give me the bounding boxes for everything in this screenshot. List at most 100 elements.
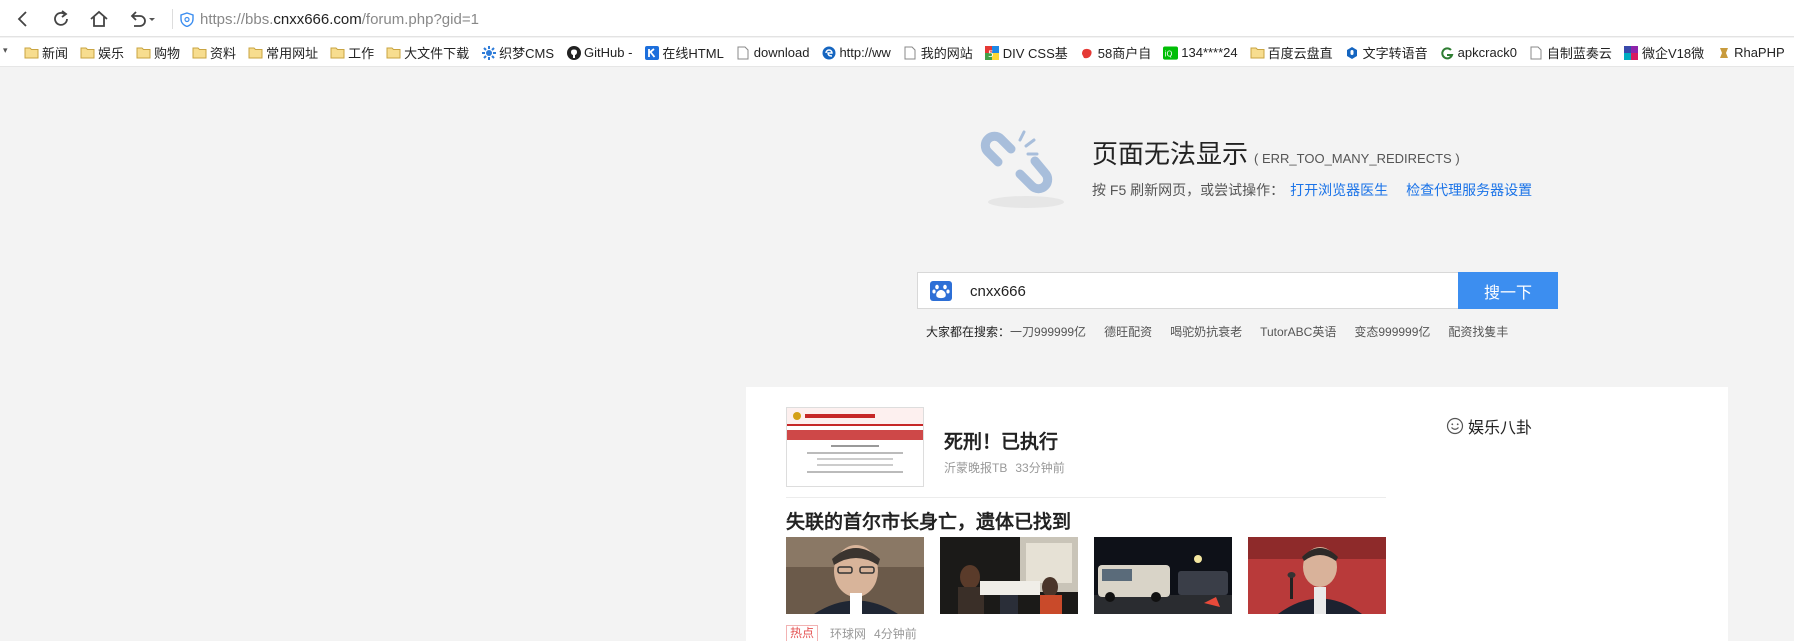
bookmark-item[interactable]: 新闻	[24, 42, 68, 64]
reload-button[interactable]	[48, 7, 74, 31]
bookmark-label: download	[753, 45, 810, 60]
category-entertainment[interactable]: 娱乐八卦	[1446, 414, 1532, 438]
thumbnail-line	[807, 471, 903, 473]
bookmark-item[interactable]: GitHub -	[566, 42, 632, 64]
iqiyi-icon: iQ	[1163, 45, 1179, 60]
reload-icon	[54, 10, 68, 26]
folder-icon	[1250, 46, 1265, 60]
page-icon	[903, 46, 918, 60]
bookmark-item[interactable]: 常用网址	[248, 42, 318, 64]
bookmark-item[interactable]: 织梦CMS	[481, 42, 554, 64]
error-title-text: 页面无法显示	[1092, 139, 1249, 169]
news-divider	[786, 497, 1386, 498]
58-icon	[1080, 46, 1095, 60]
k-icon	[644, 45, 659, 60]
baidu-paw-icon	[930, 281, 952, 301]
search-button[interactable]: 搜一下	[1458, 272, 1558, 309]
thumbnail-nav	[787, 430, 923, 440]
error-hint: 按 F5 刷新网页，或尝试操作： 打开浏览器医生 检查代理服务器设置	[1092, 180, 1544, 200]
bookmark-label: 百度云盘直	[1267, 46, 1333, 61]
search-box: 搜一下	[917, 272, 1558, 309]
bookmark-item[interactable]: 我的网站	[903, 42, 973, 64]
news-photo-2[interactable]	[940, 537, 1078, 614]
bookmark-item[interactable]: 百度云盘直	[1250, 42, 1333, 64]
news-thumbnail-government-notice[interactable]	[786, 407, 924, 487]
toolbar-separator	[172, 9, 173, 29]
news-time: 4分钟前	[874, 627, 917, 641]
url-scheme: https://bbs.	[200, 10, 274, 28]
svg-text:iQ: iQ	[1165, 49, 1173, 58]
category-label: 娱乐八卦	[1468, 420, 1533, 437]
bookmark-item[interactable]: http://ww	[821, 42, 891, 64]
edge-icon	[821, 46, 836, 60]
dedecms-icon	[481, 45, 496, 60]
rhaphp-icon	[1716, 46, 1731, 60]
bookmark-item[interactable]: 5 DIV CSS基	[985, 42, 1068, 64]
bookmark-label: 常用网址	[266, 46, 319, 61]
news-feed: 死刑！已执行 沂蒙晚报TB 33分钟前 失联的首尔市长身亡，遗体已找到 热点 环…	[746, 387, 1728, 641]
hot-searches: 大家都在搜索：一刀999999亿 德旺配资 喝驼奶抗衰老 TutorABC英语 变态99…	[926, 323, 1526, 340]
folder-icon	[248, 46, 263, 60]
news-photo-1[interactable]	[786, 537, 924, 614]
thumbnail-line	[817, 464, 893, 466]
hot-search-item[interactable]: 变态999999亿	[1354, 325, 1430, 339]
hot-search-item[interactable]: 德旺配资	[1104, 325, 1152, 339]
page-icon	[736, 46, 751, 60]
home-button[interactable]	[86, 7, 112, 31]
apk-icon	[1440, 46, 1455, 60]
check-proxy-settings-link[interactable]: 检查代理服务器设置	[1406, 182, 1532, 198]
url-host: cnxx666.com	[273, 10, 362, 28]
folder-icon	[136, 46, 151, 60]
bookmark-item[interactable]: 58商户自	[1080, 42, 1151, 64]
hot-search-item[interactable]: 一刀999999亿	[1010, 325, 1086, 339]
hot-search-item[interactable]: 喝驼奶抗衰老	[1170, 325, 1242, 339]
bookmark-item[interactable]: 工作	[330, 42, 374, 64]
bookmark-item[interactable]: RhaPHP	[1716, 42, 1785, 64]
bookmark-label: 微企V18微	[1641, 46, 1705, 61]
bookmark-label: 我的网站	[920, 46, 973, 61]
news-source: 环球网	[830, 627, 867, 641]
bookmark-item[interactable]: 文字转语音	[1345, 42, 1428, 64]
news-photo-3[interactable]	[1094, 537, 1232, 614]
bookmarks-overflow-arrow-icon[interactable]: ▾	[3, 46, 8, 56]
smile-icon	[1446, 417, 1464, 435]
url-path: /forum.php?gid=1	[361, 10, 479, 28]
open-browser-doctor-link[interactable]: 打开浏览器医生	[1290, 182, 1388, 198]
search-input[interactable]	[970, 278, 1440, 304]
news-title[interactable]: 失联的首尔市长身亡，遗体已找到	[786, 507, 1071, 534]
page-icon	[1529, 46, 1544, 60]
svg-text:5: 5	[988, 50, 994, 60]
news-photo-4[interactable]	[1248, 537, 1386, 614]
folder-icon	[192, 46, 207, 60]
browser-toolbar: https://bbs.cnxx666.com/forum.php?gid=1	[0, 0, 1794, 37]
bookmark-label: 娱乐	[98, 46, 125, 61]
news-meta: 沂蒙晚报TB 33分钟前	[944, 459, 1073, 476]
bookmark-item[interactable]: 微企V18微	[1624, 42, 1704, 64]
bookmark-item[interactable]: 大文件下载	[386, 42, 469, 64]
bookmark-item[interactable]: apkcrack0	[1440, 42, 1517, 64]
bookmark-item[interactable]: 购物	[136, 42, 180, 64]
error-title: 页面无法显示 ( ERR_TOO_MANY_REDIRECTS )	[1092, 134, 1460, 171]
bookmark-item[interactable]: iQ 134****24	[1163, 42, 1238, 64]
error-hint-text: 按 F5 刷新网页，或尝试操作：	[1092, 182, 1285, 198]
bookmark-item[interactable]: 娱乐	[80, 42, 124, 64]
github-icon	[566, 45, 581, 60]
news-title[interactable]: 死刑！已执行	[944, 427, 1058, 454]
bookmark-item[interactable]: 资料	[192, 42, 236, 64]
weiqi-icon	[1624, 45, 1639, 60]
bookmark-item[interactable]: 在线HTML	[644, 42, 724, 64]
news-meta: 热点 环球网 4分钟前	[786, 625, 925, 641]
bookmark-label: 自制蓝奏云	[1546, 46, 1612, 61]
hot-search-item[interactable]: TutorABC英语	[1260, 325, 1336, 339]
undo-close-tab-button[interactable]	[124, 7, 160, 31]
address-bar[interactable]: https://bbs.cnxx666.com/forum.php?gid=1	[180, 6, 1180, 32]
bookmark-item[interactable]: download	[736, 42, 810, 64]
broken-link-icon	[980, 130, 1064, 208]
search-field[interactable]	[917, 272, 1458, 309]
back-arrow-icon	[17, 11, 27, 27]
thumbnail-line	[807, 452, 903, 454]
back-button[interactable]	[10, 7, 36, 31]
bookmark-item[interactable]: 自制蓝奏云	[1529, 42, 1612, 64]
bookmark-label: DIV CSS基	[1002, 46, 1068, 61]
hot-search-item[interactable]: 配资找隻丰	[1448, 325, 1508, 339]
